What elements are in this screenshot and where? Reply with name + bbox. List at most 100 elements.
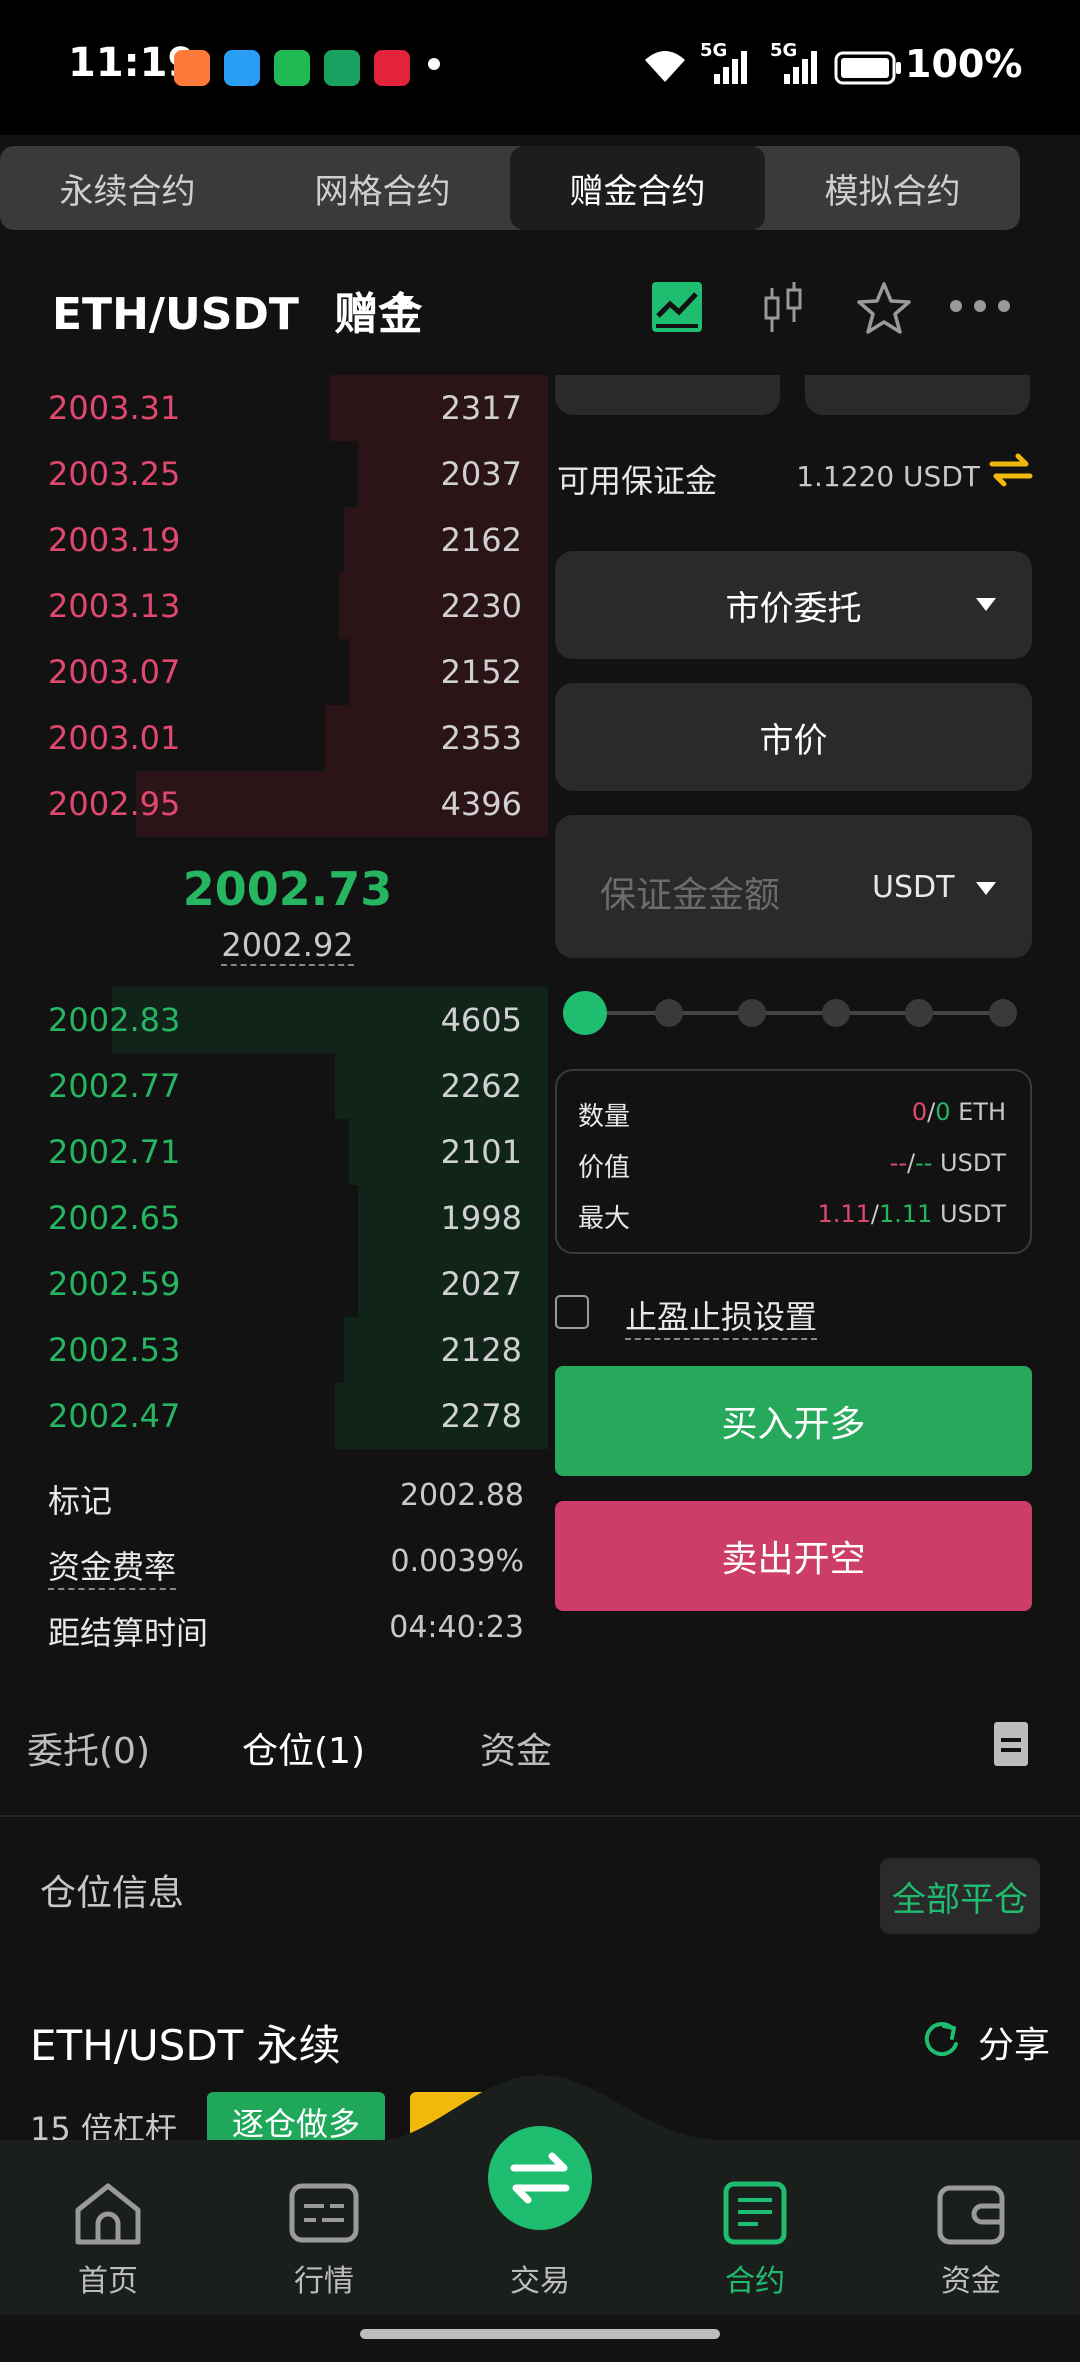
star-icon[interactable] bbox=[856, 280, 912, 336]
order-type-label: 市价委托 bbox=[725, 589, 862, 629]
bid-row[interactable]: 2002.83 4605 bbox=[48, 987, 548, 1053]
leverage-box-left[interactable] bbox=[555, 375, 780, 415]
slider-tick[interactable] bbox=[738, 999, 767, 1027]
contract-icon[interactable] bbox=[722, 2180, 788, 2246]
app-notification-icon bbox=[174, 50, 210, 86]
tpsl-checkbox[interactable] bbox=[555, 1295, 589, 1329]
market-icon[interactable] bbox=[288, 2182, 360, 2244]
bid-row[interactable]: 2002.53 2128 bbox=[48, 1317, 548, 1383]
amount-unit-select[interactable]: USDT bbox=[872, 870, 954, 905]
ask-row[interactable]: 2003.13 2230 bbox=[48, 573, 548, 639]
ask-price: 2003.07 bbox=[48, 653, 181, 691]
tab-orders[interactable]: 委托(0) bbox=[27, 1722, 150, 1774]
battery-percent: 100% bbox=[905, 42, 1023, 86]
order-type-chevron-icon bbox=[976, 598, 996, 611]
bid-price: 2002.53 bbox=[48, 1331, 181, 1369]
app2-notification-icon bbox=[324, 50, 360, 86]
available-margin-label: 可用保证金 bbox=[557, 462, 718, 500]
close-all-button[interactable]: 全部平仓 bbox=[880, 1858, 1040, 1934]
wallet-icon[interactable] bbox=[936, 2180, 1006, 2246]
ask-price: 2003.13 bbox=[48, 587, 181, 625]
funding-rate-label[interactable]: 资金费率 bbox=[48, 1542, 177, 1590]
bid-qty: 2262 bbox=[440, 1067, 522, 1105]
margin-amount-placeholder: 保证金金额 bbox=[600, 875, 781, 916]
share-label[interactable]: 分享 bbox=[978, 2016, 1050, 2068]
tab-demo[interactable]: 模拟合约 bbox=[765, 146, 1020, 230]
bid-row[interactable]: 2002.65 1998 bbox=[48, 1185, 548, 1251]
swap-icon[interactable] bbox=[484, 2122, 596, 2234]
chart-toggle-icon[interactable] bbox=[652, 282, 702, 332]
ask-price: 2003.31 bbox=[48, 389, 181, 427]
sell-short-button[interactable]: 卖出开空 bbox=[555, 1501, 1032, 1611]
candlestick-icon[interactable] bbox=[758, 280, 808, 336]
ask-row[interactable]: 2002.95 4396 bbox=[48, 771, 548, 837]
wifi-icon bbox=[645, 51, 685, 82]
tab-funds[interactable]: 资金 bbox=[480, 1722, 552, 1774]
ask-row[interactable]: 2003.31 2317 bbox=[48, 375, 548, 441]
tpsl-label[interactable]: 止盈止损设置 bbox=[625, 1292, 818, 1340]
slider-tick[interactable] bbox=[989, 999, 1017, 1027]
pair-name: ETH/USDT bbox=[52, 289, 299, 340]
share-icon[interactable] bbox=[922, 2020, 962, 2060]
nav-funds-label[interactable]: 资金 bbox=[911, 2256, 1031, 2300]
transfer-icon[interactable] bbox=[988, 450, 1034, 490]
ask-row[interactable]: 2003.07 2152 bbox=[48, 639, 548, 705]
bid-price: 2002.71 bbox=[48, 1133, 181, 1171]
bid-row[interactable]: 2002.47 2278 bbox=[48, 1383, 548, 1449]
ask-qty: 4396 bbox=[440, 785, 522, 823]
slider-tick[interactable] bbox=[905, 999, 934, 1027]
bid-qty: 4605 bbox=[440, 1001, 522, 1039]
nav-home-label[interactable]: 首页 bbox=[48, 2256, 168, 2300]
tab-positions[interactable]: 仓位(1) bbox=[242, 1722, 365, 1774]
ask-price: 2003.01 bbox=[48, 719, 181, 757]
last-price[interactable]: 2002.73 bbox=[0, 862, 575, 916]
slider-tick[interactable] bbox=[654, 999, 683, 1027]
value-value: --/-- USDT bbox=[889, 1149, 1006, 1177]
nav-trade-label[interactable]: 交易 bbox=[480, 2256, 600, 2300]
home-indicator bbox=[360, 2329, 720, 2339]
xiaohongshu-notification-icon bbox=[374, 50, 410, 86]
mark-label: 标记 bbox=[48, 1482, 113, 1520]
buy-long-button[interactable]: 买入开多 bbox=[555, 1366, 1032, 1476]
more-notifications-icon bbox=[428, 58, 440, 70]
browser-notification-icon bbox=[224, 50, 260, 86]
bid-qty: 2101 bbox=[440, 1133, 522, 1171]
bid-row[interactable]: 2002.59 2027 bbox=[48, 1251, 548, 1317]
ask-row[interactable]: 2003.19 2162 bbox=[48, 507, 548, 573]
chevron-down-icon[interactable] bbox=[392, 296, 414, 310]
max-value: 1.11/1.11 USDT bbox=[817, 1200, 1006, 1228]
bid-price: 2002.77 bbox=[48, 1067, 181, 1105]
funding-rate-value: 0.0039% bbox=[390, 1544, 524, 1579]
slider-tick[interactable] bbox=[821, 999, 850, 1027]
index-price[interactable]: 2002.92 bbox=[0, 926, 575, 966]
settlement-time-label: 距结算时间 bbox=[48, 1614, 209, 1652]
tab-perpetual[interactable]: 永续合约 bbox=[0, 146, 255, 230]
slider-thumb[interactable] bbox=[563, 991, 607, 1035]
bid-row[interactable]: 2002.77 2262 bbox=[48, 1053, 548, 1119]
position-section-title: 仓位信息 bbox=[40, 1873, 185, 1914]
tabs-divider bbox=[0, 1815, 1080, 1817]
bid-row[interactable]: 2002.71 2101 bbox=[48, 1119, 548, 1185]
ask-price: 2002.95 bbox=[48, 785, 181, 823]
more-icon[interactable] bbox=[948, 294, 1012, 318]
ask-row[interactable]: 2003.01 2353 bbox=[48, 705, 548, 771]
bid-qty: 2278 bbox=[440, 1397, 522, 1435]
nav-market-label[interactable]: 行情 bbox=[264, 2256, 384, 2300]
leverage-box-right[interactable] bbox=[805, 375, 1030, 415]
battery-icon bbox=[834, 51, 901, 85]
ask-row[interactable]: 2003.25 2037 bbox=[48, 441, 548, 507]
ask-price: 2003.25 bbox=[48, 455, 181, 493]
home-icon[interactable] bbox=[72, 2180, 144, 2246]
tab-bonus[interactable]: 赠金合约 bbox=[510, 146, 765, 230]
nav-contract-label[interactable]: 合约 bbox=[695, 2256, 815, 2300]
pair-selector[interactable]: ETH/USDT 赠金 bbox=[52, 278, 422, 342]
document-icon[interactable] bbox=[994, 1722, 1028, 1766]
bid-price: 2002.59 bbox=[48, 1265, 181, 1303]
position-pair-title: ETH/USDT 永续 bbox=[30, 2021, 341, 2070]
ask-qty: 2317 bbox=[440, 389, 522, 427]
ask-qty: 2037 bbox=[440, 455, 522, 493]
tab-grid[interactable]: 网格合约 bbox=[255, 146, 510, 230]
bid-qty: 1998 bbox=[440, 1199, 522, 1237]
qty-value: 0/0 ETH bbox=[911, 1098, 1006, 1126]
leverage-slider-track[interactable] bbox=[585, 1011, 1003, 1015]
